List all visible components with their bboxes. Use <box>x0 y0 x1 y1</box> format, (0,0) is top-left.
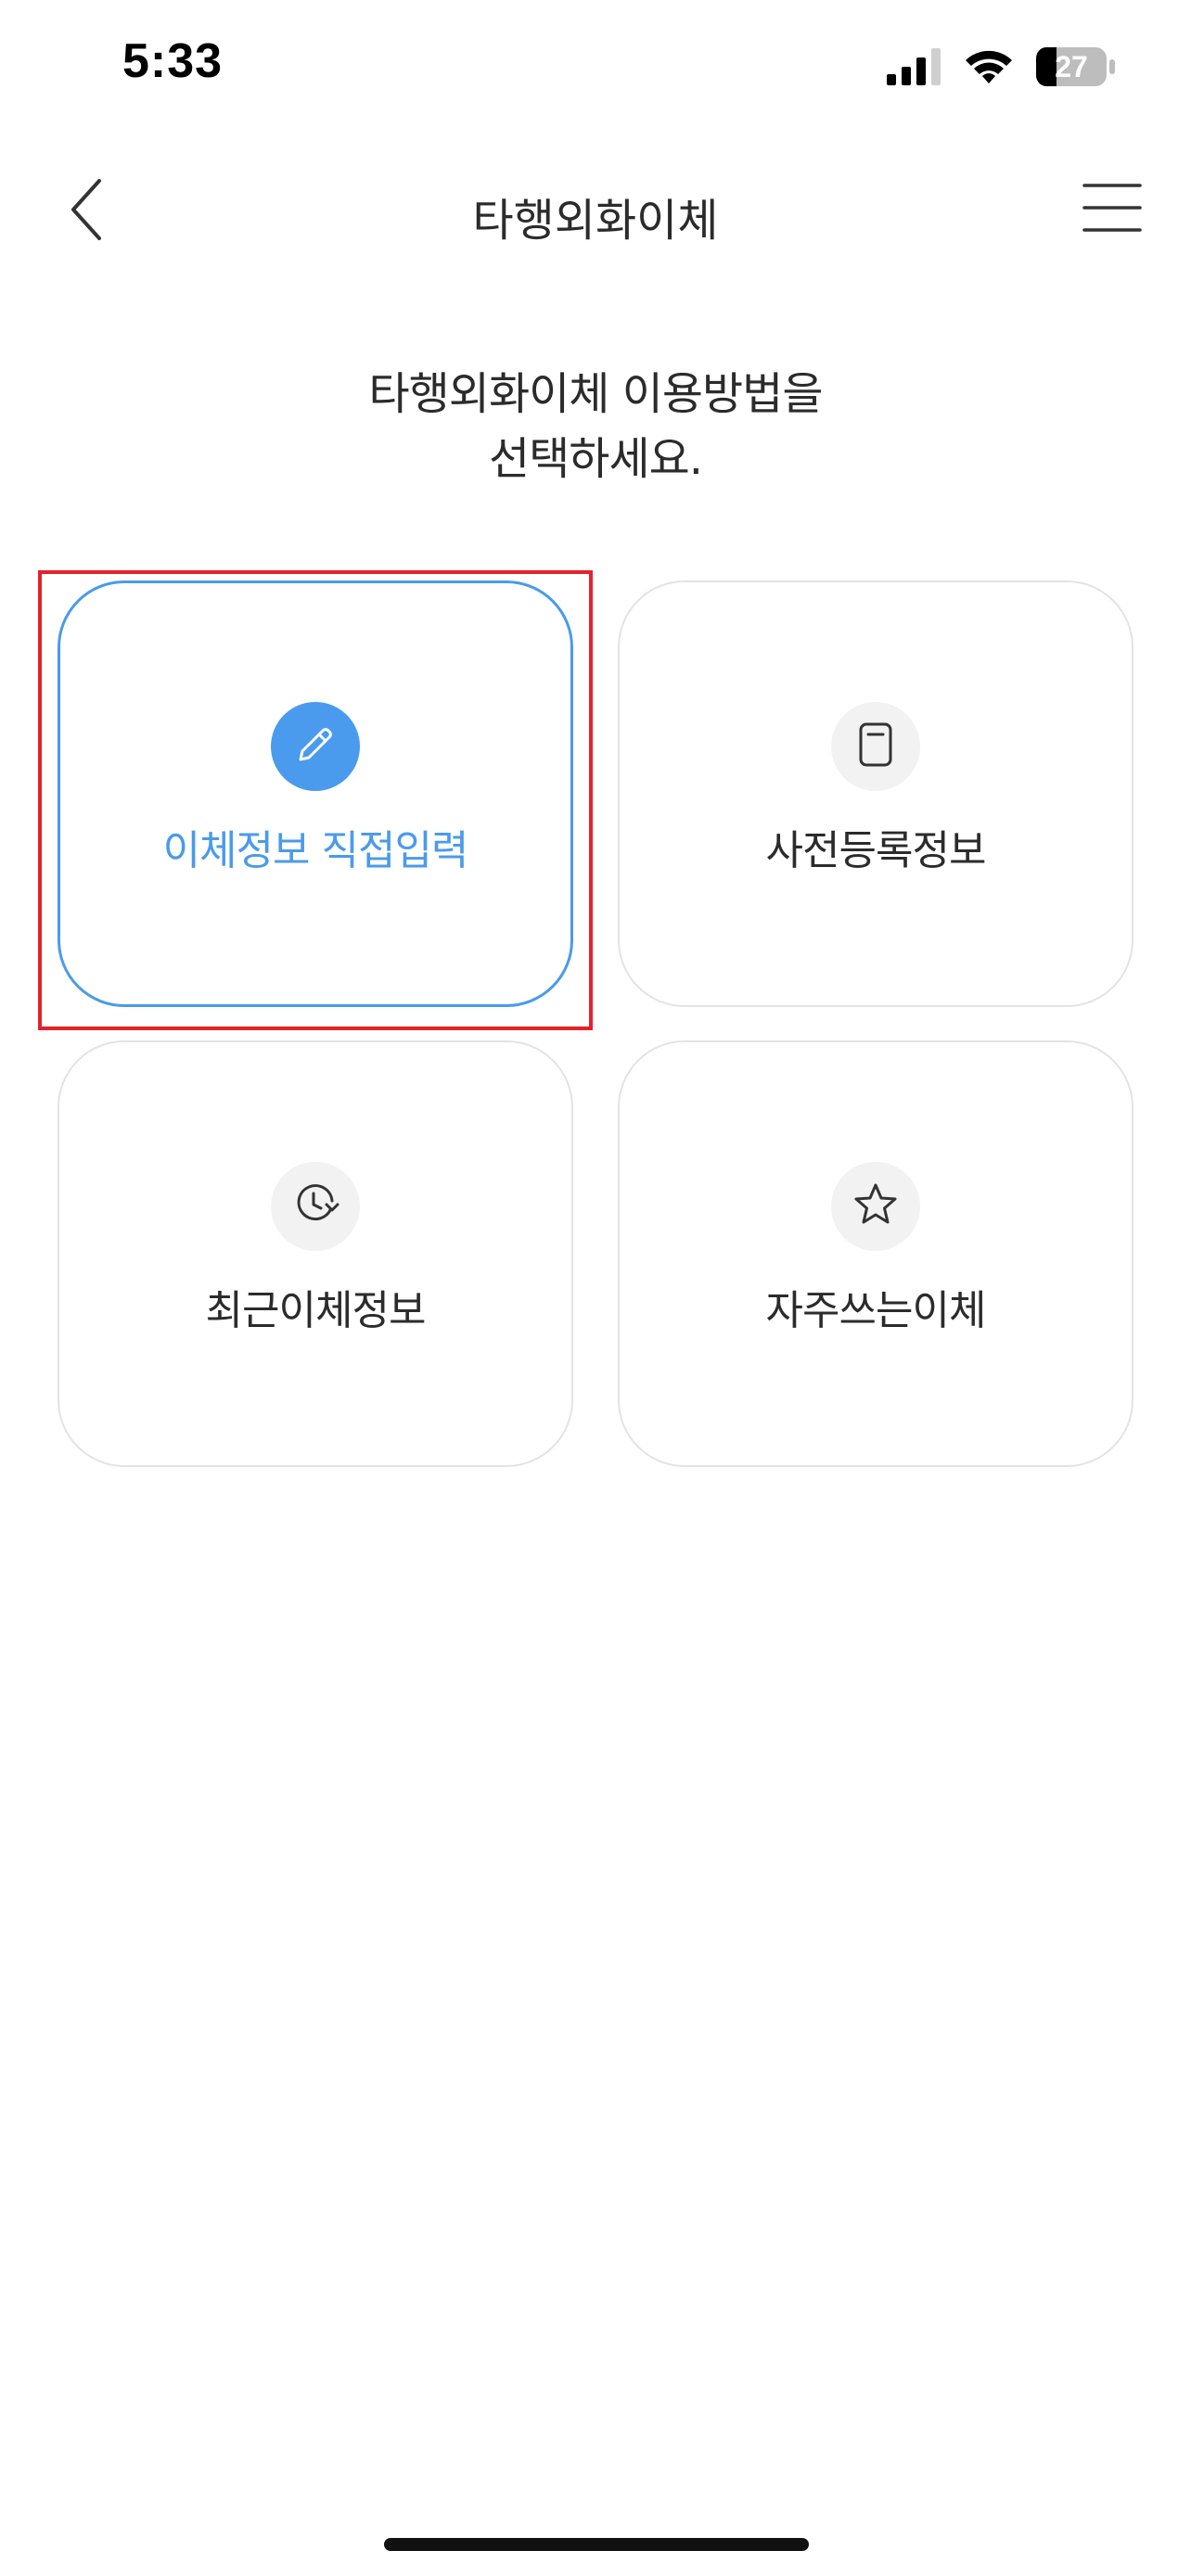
battery-icon: 27 <box>1035 46 1117 87</box>
document-icon-circle <box>831 702 920 791</box>
option-preregistered-card[interactable]: 사전등록정보 <box>618 580 1133 1007</box>
option-label: 이체정보 직접입력 <box>162 827 469 874</box>
instruction-heading: 타행외화이체 이용방법을 선택하세요. <box>0 362 1191 491</box>
wifi-icon <box>963 48 1015 85</box>
star-icon <box>852 1180 900 1232</box>
star-icon-circle <box>831 1162 920 1251</box>
pencil-icon <box>291 721 339 772</box>
history-clock-icon <box>289 1179 341 1234</box>
menu-button[interactable] <box>1082 182 1143 237</box>
pencil-icon-circle <box>271 702 360 791</box>
hamburger-menu-icon <box>1082 182 1142 237</box>
page-title: 타행외화이체 <box>472 195 719 247</box>
battery-level: 27 <box>1055 49 1088 83</box>
history-icon-circle <box>271 1162 360 1251</box>
signal-icon <box>887 48 942 85</box>
status-time: 5:33 <box>122 34 224 88</box>
status-icons: 27 <box>887 43 1117 91</box>
option-favorite-transfer-card[interactable]: 자주쓰는이체 <box>618 1040 1133 1467</box>
document-icon <box>853 721 898 772</box>
option-recent-transfer-card[interactable]: 최근이체정보 <box>58 1040 573 1467</box>
option-label: 최근이체정보 <box>205 1287 427 1334</box>
option-label: 자주쓰는이체 <box>765 1287 987 1334</box>
option-label: 사전등록정보 <box>765 827 987 874</box>
status-bar: 5:33 27 <box>0 0 1191 139</box>
nav-bar: 타행외화이체 <box>0 148 1191 269</box>
heading-line-2: 선택하세요. <box>488 433 703 485</box>
option-direct-input-card[interactable]: 이체정보 직접입력 <box>58 580 573 1007</box>
heading-line-1: 타행외화이체 이용방법을 <box>368 368 823 420</box>
home-indicator[interactable] <box>384 2538 809 2551</box>
